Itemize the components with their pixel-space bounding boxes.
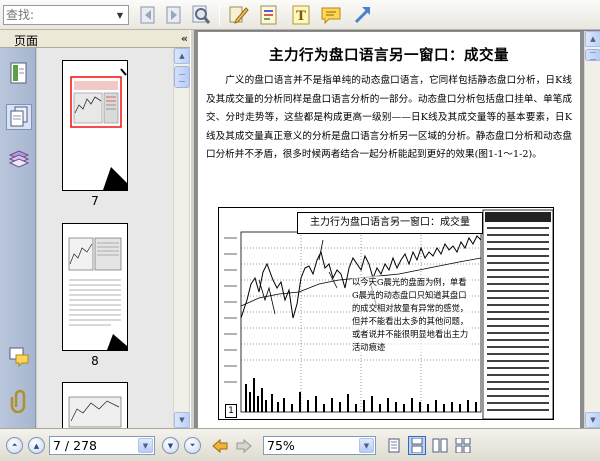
search-button[interactable] — [189, 3, 213, 27]
status-bar: ⏶ ▲ ▼ ▼ ⏷ ▼ — [0, 428, 600, 461]
continuous-page-icon — [411, 438, 423, 453]
page-number-input[interactable] — [53, 438, 138, 453]
search-box[interactable]: ▼ — [3, 5, 129, 25]
page-heading: 主力行为盘口语言另一窗口：成交量 — [269, 47, 509, 64]
thumbnail-scrollbar[interactable]: ▲ ▼ — [173, 48, 190, 428]
thumbnail-page-9[interactable] — [62, 382, 128, 428]
thumbnail-9-preview — [68, 396, 122, 428]
stock-chart-figure: 主力行为盘口语言另一窗口：成交量 以今天G晨光的盘面为例，单看G晨光的动态盘口只… — [218, 207, 554, 420]
layers-icon — [8, 150, 30, 168]
continuous-facing-icon — [455, 438, 471, 453]
page-number-box[interactable]: ▼ — [49, 436, 155, 455]
history-forward-button[interactable] — [232, 434, 256, 458]
zoom-box[interactable]: ▼ — [263, 436, 376, 455]
highlight-note-icon — [260, 5, 277, 25]
sidebar-title: 页面 — [14, 34, 39, 48]
pages-tab[interactable] — [6, 104, 32, 130]
arrow-right-icon — [236, 438, 252, 454]
toolbar-separator — [219, 4, 220, 26]
thumbnail-label: 7 — [91, 194, 99, 208]
pen-tool-button[interactable] — [227, 3, 251, 27]
prev-result-button[interactable] — [136, 3, 160, 27]
facing-pages-icon — [432, 438, 448, 453]
arrow-tool-icon — [354, 7, 371, 24]
search-input[interactable] — [6, 7, 110, 23]
scroll-thumb[interactable] — [585, 49, 600, 61]
figure-caption: 主力行为盘口语言另一窗口：成交量 — [297, 212, 483, 234]
page-dropdown-icon[interactable]: ▼ — [138, 438, 153, 453]
document-view[interactable]: 主力行为盘口语言另一窗口：成交量 广义的盘口语言并不是指单纯的动态盘口语言，它同… — [195, 30, 600, 428]
svg-text:T: T — [296, 9, 306, 24]
next-page-icon: ▼ — [167, 441, 174, 450]
thumbnail-page-7[interactable] — [62, 60, 128, 191]
zoom-input[interactable] — [267, 438, 357, 453]
text-tool-icon: T — [292, 5, 310, 25]
scroll-down-icon[interactable]: ▼ — [585, 412, 600, 428]
prev-page-button[interactable]: ▲ — [28, 437, 45, 454]
thumbnail-label: 8 — [91, 354, 99, 368]
comment-icon — [321, 7, 341, 25]
body-paragraph: 广义的盘口语言并不是指单纯的动态盘口语言，它同样包括静态盘口分析，日K线及其成交… — [206, 75, 572, 160]
sidebar-icon-rail — [0, 48, 36, 428]
single-page-view-button[interactable] — [385, 436, 403, 455]
next-result-icon — [166, 6, 181, 24]
layers-tab[interactable] — [6, 146, 32, 172]
search-icon — [192, 5, 211, 24]
text-tool-button[interactable]: T — [289, 3, 313, 27]
sidebar-header: 页面 « — [0, 30, 194, 48]
thumbnail-page-8[interactable] — [62, 223, 128, 351]
page-thumbnails-panel[interactable]: 7 8 — [37, 48, 173, 428]
bookmarks-tab[interactable] — [6, 60, 32, 86]
next-page-button[interactable]: ▼ — [162, 437, 179, 454]
bookmarks-icon — [10, 62, 27, 84]
search-dropdown-icon[interactable]: ▼ — [112, 6, 128, 24]
comments-list-icon — [9, 347, 29, 368]
next-result-button[interactable] — [162, 3, 186, 27]
document-page: 主力行为盘口语言另一窗口：成交量 广义的盘口语言并不是指单纯的动态盘口语言，它同… — [198, 32, 580, 428]
arrow-tool-button[interactable] — [351, 3, 375, 27]
main-toolbar: ▼ — [0, 0, 600, 30]
continuous-view-button[interactable] — [408, 436, 426, 455]
figure-annotation: 以今天G晨光的盘面为例，单看G晨光的动态盘口只知道其盘口的成交相对放量有异常的感… — [352, 276, 472, 354]
scroll-thumb[interactable] — [174, 66, 190, 88]
scroll-up-icon[interactable]: ▲ — [585, 31, 600, 47]
document-scrollbar[interactable]: ▲ ▼ — [584, 31, 600, 428]
facing-view-button[interactable] — [431, 436, 449, 455]
scroll-down-icon[interactable]: ▼ — [174, 412, 190, 428]
last-page-button[interactable]: ⏷ — [184, 437, 201, 454]
history-back-button[interactable] — [208, 434, 232, 458]
figure-number: 1 — [225, 404, 237, 418]
prev-page-icon: ▲ — [33, 441, 40, 450]
last-page-icon: ⏷ — [189, 441, 196, 449]
pen-icon — [229, 6, 249, 24]
scroll-up-icon[interactable]: ▲ — [174, 48, 190, 64]
paperclip-icon — [10, 389, 26, 413]
attachments-tab[interactable] — [6, 388, 32, 414]
comments-tab[interactable] — [6, 344, 32, 370]
zoom-dropdown-icon[interactable]: ▼ — [359, 438, 374, 453]
highlight-note-button[interactable] — [257, 3, 281, 27]
pages-icon — [10, 106, 28, 127]
thumbnail-7-preview — [70, 68, 127, 190]
sidebar-collapse-button[interactable]: « — [181, 32, 188, 45]
first-page-button[interactable]: ⏶ — [6, 437, 23, 454]
thumbnail-8-preview — [68, 237, 127, 350]
comment-button[interactable] — [319, 3, 343, 27]
single-page-icon — [388, 438, 400, 453]
arrow-left-icon — [212, 438, 228, 454]
first-page-icon: ⏶ — [11, 441, 18, 449]
continuous-facing-view-button[interactable] — [454, 436, 472, 455]
prev-result-icon — [140, 6, 155, 24]
